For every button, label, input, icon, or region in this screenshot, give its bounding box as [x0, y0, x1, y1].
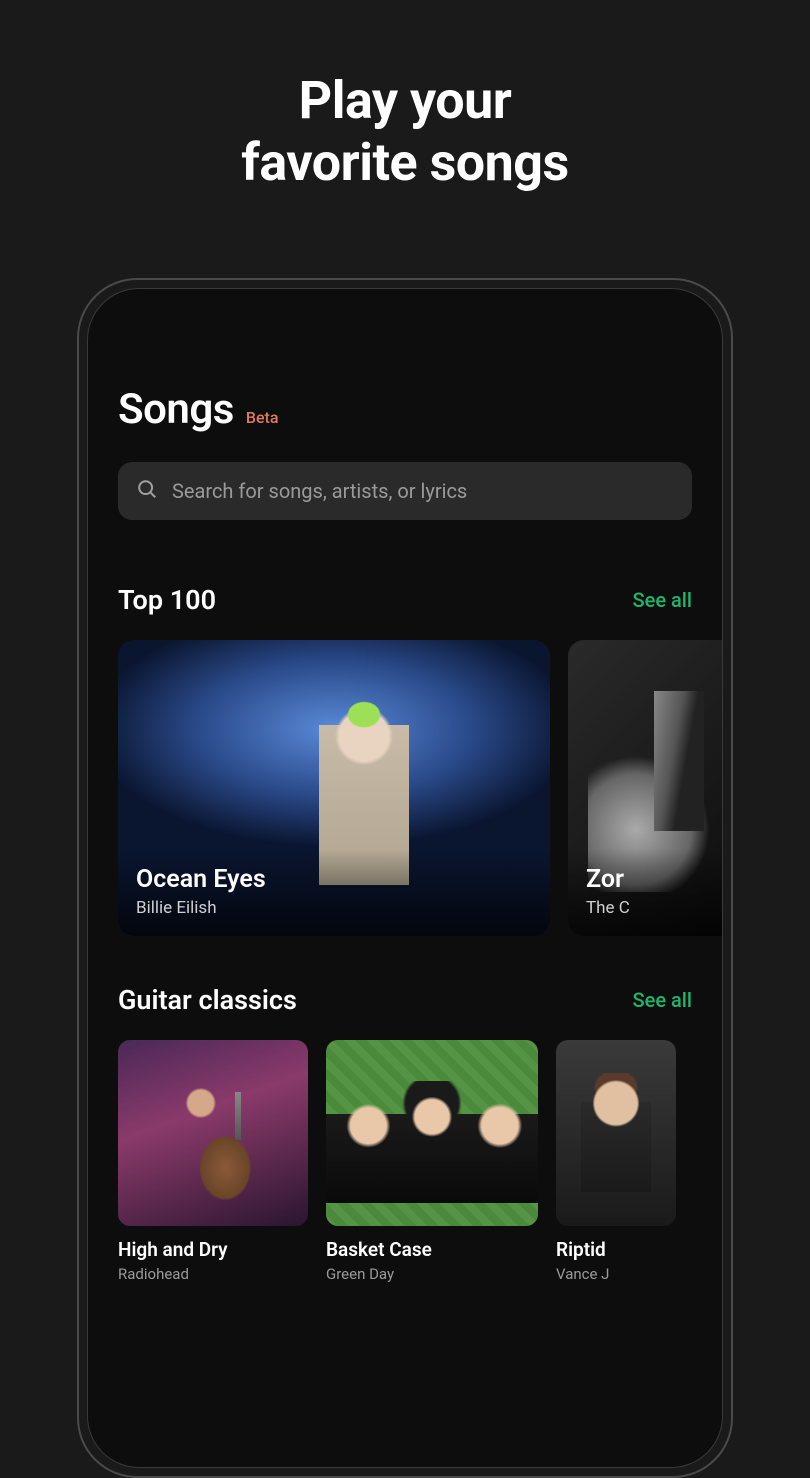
search-input[interactable]: Search for songs, artists, or lyrics — [118, 462, 692, 520]
song-artist: Green Day — [326, 1265, 538, 1283]
song-artwork — [326, 1040, 538, 1226]
hero-line-2: favorite songs — [40, 132, 770, 194]
guitar-carousel[interactable]: High and Dry Radiohead Basket Case Green… — [118, 1040, 692, 1283]
beta-badge: Beta — [246, 408, 279, 427]
song-artist: The C — [586, 898, 723, 918]
song-card-partial[interactable]: Zor The C — [568, 640, 723, 936]
search-placeholder: Search for songs, artists, or lyrics — [172, 479, 467, 503]
search-icon — [136, 478, 158, 504]
section-header-top100: Top 100 See all — [118, 584, 692, 616]
song-title: Ocean Eyes — [136, 865, 532, 894]
screen-header: Songs Beta — [118, 385, 692, 434]
song-title: Basket Case — [326, 1238, 538, 1261]
card-overlay: Ocean Eyes Billie Eilish — [118, 849, 550, 936]
section-title: Guitar classics — [118, 984, 297, 1016]
section-header-guitar: Guitar classics See all — [118, 984, 692, 1016]
page-title: Songs — [118, 385, 234, 434]
card-overlay: Zor The C — [568, 849, 723, 936]
song-artwork — [556, 1040, 676, 1226]
hero-line-1: Play your — [40, 70, 770, 132]
see-all-link[interactable]: See all — [633, 988, 692, 1012]
song-artwork — [118, 1040, 308, 1226]
see-all-link[interactable]: See all — [633, 588, 692, 612]
song-title: Zor — [586, 865, 723, 894]
phone-screen: Songs Beta Search for songs, artists, or… — [87, 288, 723, 1468]
phone-frame: Songs Beta Search for songs, artists, or… — [77, 278, 733, 1478]
song-artist: Radiohead — [118, 1265, 308, 1283]
song-artist: Billie Eilish — [136, 898, 532, 918]
top100-carousel[interactable]: Ocean Eyes Billie Eilish Zor The C — [118, 640, 692, 936]
song-card-ocean-eyes[interactable]: Ocean Eyes Billie Eilish — [118, 640, 550, 936]
song-title: High and Dry — [118, 1238, 308, 1261]
song-title: Riptid — [556, 1238, 676, 1261]
hero-title: Play your favorite songs — [0, 0, 810, 245]
section-title: Top 100 — [118, 584, 216, 616]
song-card-high-and-dry[interactable]: High and Dry Radiohead — [118, 1040, 308, 1283]
song-card-basket-case[interactable]: Basket Case Green Day — [326, 1040, 538, 1283]
song-card-riptide[interactable]: Riptid Vance J — [556, 1040, 676, 1283]
song-artist: Vance J — [556, 1265, 676, 1283]
